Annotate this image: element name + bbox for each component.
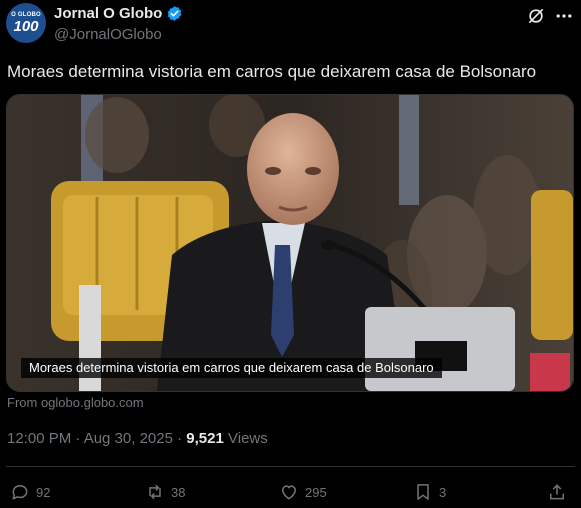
views-count: 9,521	[186, 430, 224, 447]
reply-button[interactable]: 92	[10, 482, 50, 502]
views-label: Views	[223, 430, 268, 447]
display-name-text: Jornal O Globo	[54, 5, 163, 22]
account-handle[interactable]: @JornalOGlobo	[54, 26, 162, 43]
reply-count: 92	[36, 484, 51, 500]
like-button[interactable]: 295	[279, 482, 327, 502]
repost-count: 38	[171, 484, 186, 500]
reply-icon	[12, 485, 28, 500]
divider	[6, 466, 575, 467]
news-photo	[7, 95, 573, 391]
tweet-media-card[interactable]: Moraes determina vistoria em carros que …	[6, 94, 574, 392]
timestamp[interactable]: 12:00 PM · Aug 30, 2025 ·	[7, 430, 186, 447]
avatar[interactable]: O GLOBO 100	[6, 3, 46, 43]
heart-icon	[282, 485, 296, 500]
verified-badge-icon	[167, 6, 182, 21]
link-source[interactable]: From oglobo.globo.com	[7, 395, 144, 410]
bookmark-button[interactable]: 3	[413, 482, 446, 502]
share-button[interactable]	[547, 482, 567, 502]
media-caption: Moraes determina vistoria em carros que …	[21, 358, 442, 378]
like-count: 295	[305, 484, 327, 500]
tweet-text: Moraes determina vistoria em carros que …	[7, 62, 537, 81]
display-name[interactable]: Jornal O Globo	[54, 5, 183, 22]
grok-icon[interactable]	[526, 6, 546, 26]
repost-button[interactable]: 38	[145, 482, 185, 502]
more-options-icon[interactable]	[554, 6, 574, 26]
bookmark-count: 3	[439, 484, 447, 500]
share-icon	[550, 484, 564, 500]
tweet-meta: 12:00 PM · Aug 30, 2025 · 9,521 Views	[7, 430, 268, 447]
avatar-number: 100	[13, 18, 39, 35]
repost-icon	[149, 484, 161, 500]
bookmark-icon	[417, 484, 429, 500]
